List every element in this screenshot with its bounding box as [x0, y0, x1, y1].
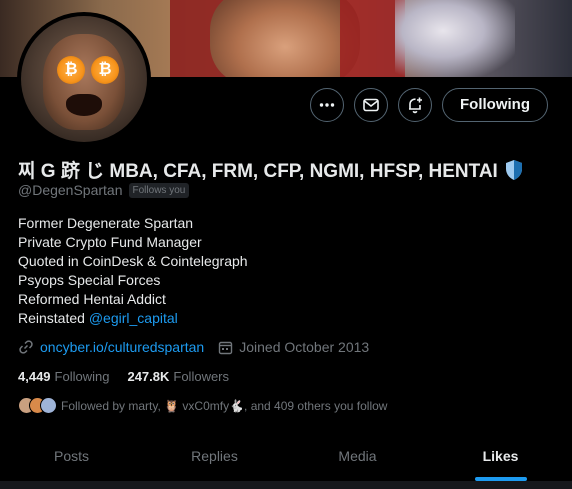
divider [0, 481, 572, 489]
join-date: Joined October 2013 [239, 339, 370, 355]
bell-plus-icon [409, 97, 423, 114]
link-icon [19, 340, 33, 354]
following-count: 4,449 [18, 369, 51, 384]
calendar-icon [219, 341, 233, 354]
followers-count: 247.8K [127, 369, 170, 384]
tab-posts[interactable]: Posts [0, 433, 143, 481]
message-button[interactable] [354, 88, 389, 122]
more-button[interactable] [310, 88, 345, 122]
tab-media[interactable]: Media [286, 433, 429, 481]
egirl-capital-link[interactable]: @egirl_capital [89, 310, 178, 326]
profile-bio: Former Degenerate Spartan Private Crypto… [18, 214, 248, 328]
more-icon [319, 103, 335, 107]
avatar-mouth [66, 94, 102, 116]
follower-avatars [18, 397, 57, 414]
tab-replies[interactable]: Replies [143, 433, 286, 481]
bio-line: Reformed Hentai Addict [18, 291, 166, 307]
mail-icon [363, 98, 379, 112]
follower-avatar [40, 397, 57, 414]
profile-actions: Following [310, 88, 548, 122]
following-count-link[interactable]: 4,449 Following [18, 369, 109, 384]
followed-by-text: Followed by marty, 🦉 vxC0mfy🐇, and 409 o… [61, 398, 388, 413]
follow-counts: 4,449 Following 247.8K Followers [18, 369, 247, 384]
followers-label: Followers [173, 369, 230, 384]
followed-by-row[interactable]: Followed by marty, 🦉 vxC0mfy🐇, and 409 o… [18, 397, 387, 414]
profile-tabs: Posts Replies Media Likes [0, 433, 572, 481]
handle-row: @DegenSpartan Follows you [18, 182, 190, 198]
bitcoin-eye-icon: ₿ [57, 56, 85, 84]
display-name: 찌 G 跻 じ MBA, CFA, FRM, CFP, NGMI, HFSP, … [18, 161, 498, 182]
bio-line: Former Degenerate Spartan [18, 215, 194, 231]
notify-button[interactable] [398, 88, 433, 122]
verified-shield-icon[interactable] [504, 159, 524, 181]
following-button[interactable]: Following [442, 88, 548, 122]
avatar-image: ₿ ₿ [21, 16, 147, 142]
user-handle: @DegenSpartan [18, 182, 123, 198]
profile-name-row: 찌 G 跻 じ MBA, CFA, FRM, CFP, NGMI, HFSP, … [18, 156, 524, 183]
banner-art-center [210, 0, 360, 77]
followers-count-link[interactable]: 247.8K Followers [127, 369, 229, 384]
banner-art-highlight [395, 0, 515, 77]
bitcoin-eye-icon: ₿ [91, 56, 119, 84]
profile-meta: oncyber.io/culturedspartan Joined Octobe… [18, 339, 369, 355]
bio-line: Quoted in CoinDesk & Cointelegraph [18, 253, 248, 269]
bio-line: Private Crypto Fund Manager [18, 234, 202, 250]
follows-you-badge: Follows you [128, 182, 190, 198]
tab-likes[interactable]: Likes [429, 433, 572, 481]
following-label: Following [54, 369, 110, 384]
reinstated-text: Reinstated [18, 310, 85, 326]
bio-line-reinstated: Reinstated @egirl_capital [18, 309, 248, 328]
bio-line: Psyops Special Forces [18, 272, 161, 288]
website-link[interactable]: oncyber.io/culturedspartan [40, 339, 204, 355]
avatar[interactable]: ₿ ₿ [17, 12, 151, 146]
